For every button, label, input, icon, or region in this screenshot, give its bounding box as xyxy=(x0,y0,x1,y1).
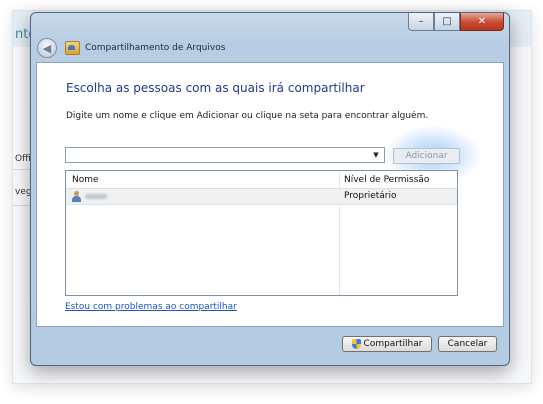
column-header-permission[interactable]: Nível de Permissão xyxy=(344,175,429,185)
add-button[interactable]: Adicionar xyxy=(393,148,460,164)
file-sharing-dialog: – □ ✕ ◀ Compartilhamento de Arquivos Esc… xyxy=(30,12,510,366)
close-button[interactable]: ✕ xyxy=(460,13,504,31)
window-controls: – □ ✕ xyxy=(408,13,504,31)
share-button-label: Compartilhar xyxy=(363,339,423,349)
user-icon xyxy=(72,191,81,202)
dialog-content: Escolha as pessoas com as quais irá comp… xyxy=(36,62,504,327)
people-list: Nome Nível de Permissão Proprietário xyxy=(65,170,458,296)
permission-level[interactable]: Proprietário xyxy=(344,191,396,201)
instruction-text: Digite um nome e clique em Adicionar ou … xyxy=(66,111,429,121)
back-arrow-icon[interactable]: ◀ xyxy=(37,38,57,58)
column-header-name[interactable]: Nome xyxy=(72,175,99,185)
page-heading: Escolha as pessoas com as quais irá comp… xyxy=(66,81,365,95)
sharing-help-link[interactable]: Estou com problemas ao compartilhar xyxy=(65,302,237,312)
uac-shield-icon xyxy=(351,339,361,349)
chevron-down-icon[interactable]: ▼ xyxy=(370,148,382,162)
blurred-user-name xyxy=(85,194,107,199)
name-combobox[interactable]: ▼ xyxy=(65,147,385,163)
share-folder-icon xyxy=(65,41,80,55)
dialog-header: ◀ Compartilhamento de Arquivos xyxy=(37,37,225,59)
share-button[interactable]: Compartilhar xyxy=(342,336,432,352)
minimize-button[interactable]: – xyxy=(408,13,434,31)
cancel-button[interactable]: Cancelar xyxy=(438,336,497,352)
maximize-button[interactable]: □ xyxy=(434,13,460,31)
list-header: Nome Nível de Permissão xyxy=(66,171,457,189)
window-title: Compartilhamento de Arquivos xyxy=(85,43,226,53)
table-row[interactable]: Proprietário xyxy=(66,189,457,205)
background-text-2: Offi xyxy=(15,154,31,164)
